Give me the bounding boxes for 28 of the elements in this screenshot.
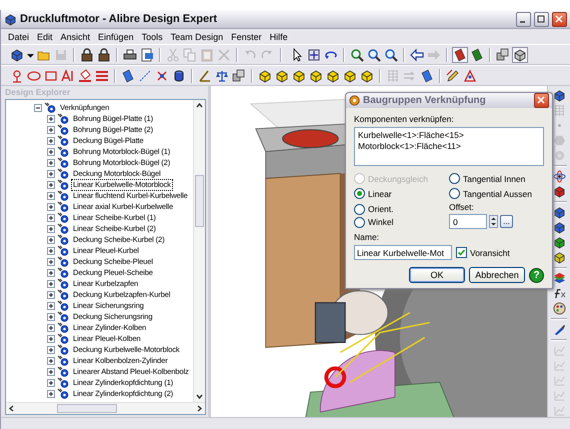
menu-item[interactable]: Edit [33, 32, 57, 42]
browse-button[interactable]: ... [500, 215, 513, 228]
dialog-title: Baugruppen Verknüpfung [363, 95, 487, 106]
radio-button[interactable]: Tangential Aussen [449, 188, 544, 199]
radio-button[interactable]: Tangential Innen [449, 173, 544, 184]
menu-item[interactable]: Datei [4, 32, 34, 42]
radio-button[interactable]: Orient. [354, 204, 449, 214]
name-field[interactable]: Linear Kurbelwelle-Mot [354, 245, 452, 260]
list-item[interactable]: Motorblock<1>:Fläche<11> [358, 141, 540, 151]
menu-item[interactable]: Tools [138, 32, 167, 42]
menu-item[interactable]: Fenster [227, 32, 266, 42]
list-item[interactable]: Kurbelwelle<1>:Fläche<15> [358, 130, 540, 140]
field-label: Offset: [449, 202, 475, 212]
components-list[interactable]: Kurbelwelle<1>:Fläche<15> Motorblock<1>:Fläche<11> [354, 127, 544, 166]
help-button[interactable]: ? [529, 268, 544, 282]
window-title: Druckluftmotor - Alibre Design Expert [20, 13, 218, 25]
offset-field[interactable]: 0 [449, 214, 487, 229]
menu-item[interactable]: Team Design [166, 32, 228, 42]
radio-button[interactable]: Linear [354, 188, 449, 199]
cancel-button[interactable]: Abbrechen [469, 267, 525, 283]
radio-button[interactable]: Winkel [354, 216, 449, 228]
ok-button[interactable]: OK [409, 267, 465, 283]
menu-item[interactable]: Ansicht [56, 32, 94, 42]
field-label: Komponenten verknüpfen: [354, 114, 455, 124]
checkbox[interactable]: Voransicht [456, 247, 510, 258]
menu-item[interactable]: Einfügen [94, 32, 138, 42]
menu-item[interactable]: Hilfe [266, 32, 292, 42]
field-label: Name: [354, 232, 380, 242]
